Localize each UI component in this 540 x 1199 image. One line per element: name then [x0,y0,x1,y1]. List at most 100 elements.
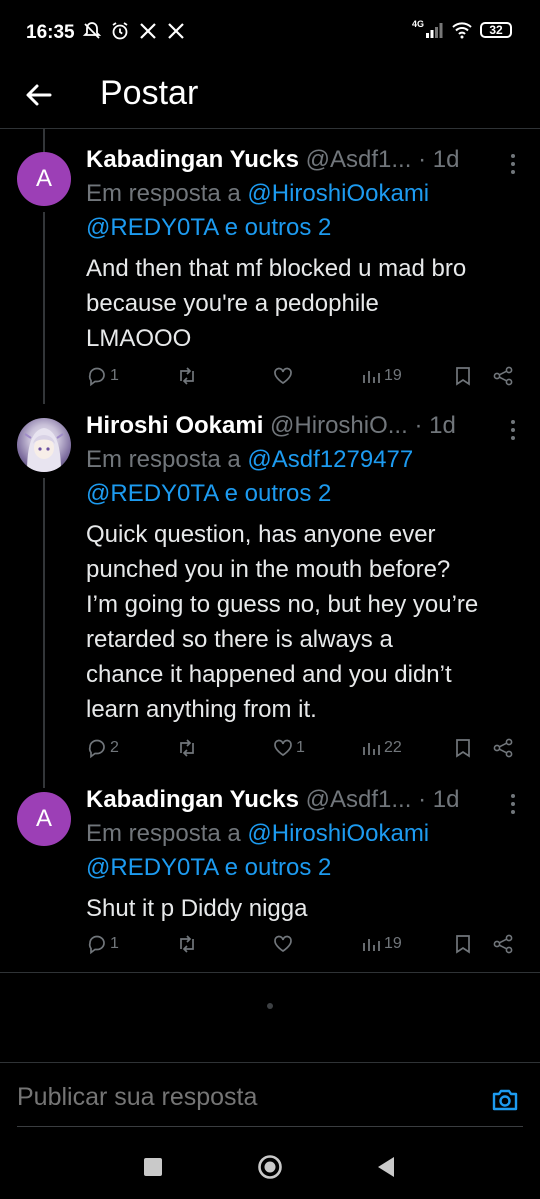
heart-icon [274,739,292,757]
reply-context: Em resposta a @HiroshiOokami @REDY0TA e … [86,177,526,245]
status-icons-left [82,21,186,41]
mention-link[interactable]: @HiroshiOokami [247,180,429,207]
tweet-header: Hiroshi Ookami @HiroshiO... · 1d [86,412,456,440]
reply-composer [0,1062,540,1133]
share-icon[interactable] [492,737,514,759]
avatar[interactable]: A [17,792,71,846]
reply-prefix: Em resposta a [86,446,241,473]
back-button-icon[interactable] [374,1154,400,1180]
reply-button[interactable]: 2 [86,737,119,759]
top-bar: Postar [0,64,540,129]
heart-icon [274,935,292,953]
tweet-text: Quick question, has anyone ever punched … [86,521,479,723]
views-icon [363,743,380,755]
avatar[interactable] [17,418,71,472]
author-handle[interactable]: @Asdf1... [306,786,412,813]
status-time: 16:35 [26,22,75,43]
tweet[interactable]: Hiroshi Ookami @HiroshiO... · 1d Em resp… [0,410,540,780]
repost-icon [180,739,194,757]
x-app-icon-2 [168,23,184,39]
tweet-actions: 2 1 22 [86,737,526,767]
camera-icon[interactable] [490,1085,520,1115]
others-link[interactable]: e outros 2 [225,854,332,881]
reply-icon [88,935,105,955]
bookmark-icon[interactable] [452,737,474,759]
more-options-icon[interactable] [508,152,518,176]
views-button[interactable]: 22 [360,737,402,759]
network-type: 4G [411,19,424,29]
views-icon [363,939,380,951]
home-button-icon[interactable] [257,1154,283,1180]
tweet-time: · 1d [414,412,456,439]
reply-count: 1 [110,935,119,952]
tweet[interactable]: A Kabadingan Yucks @Asdf1... · 1d Em res… [0,782,540,972]
reply-count: 1 [110,367,119,384]
reply-button[interactable]: 1 [86,933,119,955]
repost-button[interactable] [176,737,200,759]
reply-prefix: Em resposta a [86,180,241,207]
share-icon[interactable] [492,933,514,955]
views-icon [363,371,380,383]
page-title: Postar [100,74,199,112]
mention-link[interactable]: @REDY0TA [86,214,218,241]
author-handle[interactable]: @HiroshiO... [270,412,408,439]
avatar[interactable]: A [17,152,71,206]
repost-button[interactable] [176,365,200,387]
back-arrow-icon[interactable] [22,78,56,112]
others-link[interactable]: e outros 2 [225,480,332,507]
author-name[interactable]: Kabadingan Yucks [86,786,299,813]
tweet-header: Kabadingan Yucks @Asdf1... · 1d [86,786,459,814]
author-name[interactable]: Kabadingan Yucks [86,146,299,173]
signal-icon [426,23,443,38]
status-bar: 16:35 4G 32 [0,0,540,64]
views-count: 22 [384,739,402,756]
reply-underline [17,1126,523,1127]
views-count: 19 [384,367,402,384]
like-count: 1 [296,739,305,756]
views-button[interactable]: 19 [360,933,402,955]
recents-button-icon[interactable] [140,1154,166,1180]
repost-icon [180,935,194,953]
tweet-actions: 1 19 [86,365,526,395]
tweet-header: Kabadingan Yucks @Asdf1... · 1d [86,146,459,174]
like-button[interactable] [272,365,296,387]
reply-prefix: Em resposta a [86,820,241,847]
views-button[interactable]: 19 [360,365,402,387]
tweet-text: Shut it p Diddy nigga [86,895,308,922]
wifi-icon [452,22,472,39]
reply-count: 2 [110,739,119,756]
x-app-icon [140,23,156,39]
repost-icon [180,367,194,385]
reply-input[interactable] [17,1083,477,1112]
like-button[interactable] [272,933,296,955]
battery-icon: 32 [480,22,512,38]
reply-icon [88,367,105,387]
author-handle[interactable]: @Asdf1... [306,146,412,173]
reply-button[interactable]: 1 [86,365,119,387]
tweet-actions: 1 19 [86,933,526,963]
tweet-text: And then that mf blocked u mad bro becau… [86,255,467,352]
loading-indicator [267,1003,273,1009]
divider [0,972,540,973]
bookmark-icon[interactable] [452,365,474,387]
reply-context: Em resposta a @HiroshiOokami @REDY0TA e … [86,817,526,885]
alarm-icon [112,22,128,40]
tweet-time: · 1d [418,146,460,173]
like-button[interactable]: 1 [272,737,305,759]
others-link[interactable]: e outros 2 [225,214,332,241]
mention-link[interactable]: @HiroshiOokami [247,820,429,847]
avatar-image [24,428,64,472]
repost-button[interactable] [176,933,200,955]
more-options-icon[interactable] [508,792,518,816]
bookmark-icon[interactable] [452,933,474,955]
reply-context: Em resposta a @Asdf1279477 @REDY0TA e ou… [86,443,526,511]
mention-link[interactable]: @REDY0TA [86,480,218,507]
author-name[interactable]: Hiroshi Ookami [86,412,263,439]
more-options-icon[interactable] [508,418,518,442]
share-icon[interactable] [492,365,514,387]
mention-link[interactable]: @REDY0TA [86,854,218,881]
tweet[interactable]: A Kabadingan Yucks @Asdf1... · 1d Em res… [0,140,540,400]
mention-link[interactable]: @Asdf1279477 [247,446,413,473]
tweet-time: · 1d [418,786,460,813]
views-count: 19 [384,935,402,952]
